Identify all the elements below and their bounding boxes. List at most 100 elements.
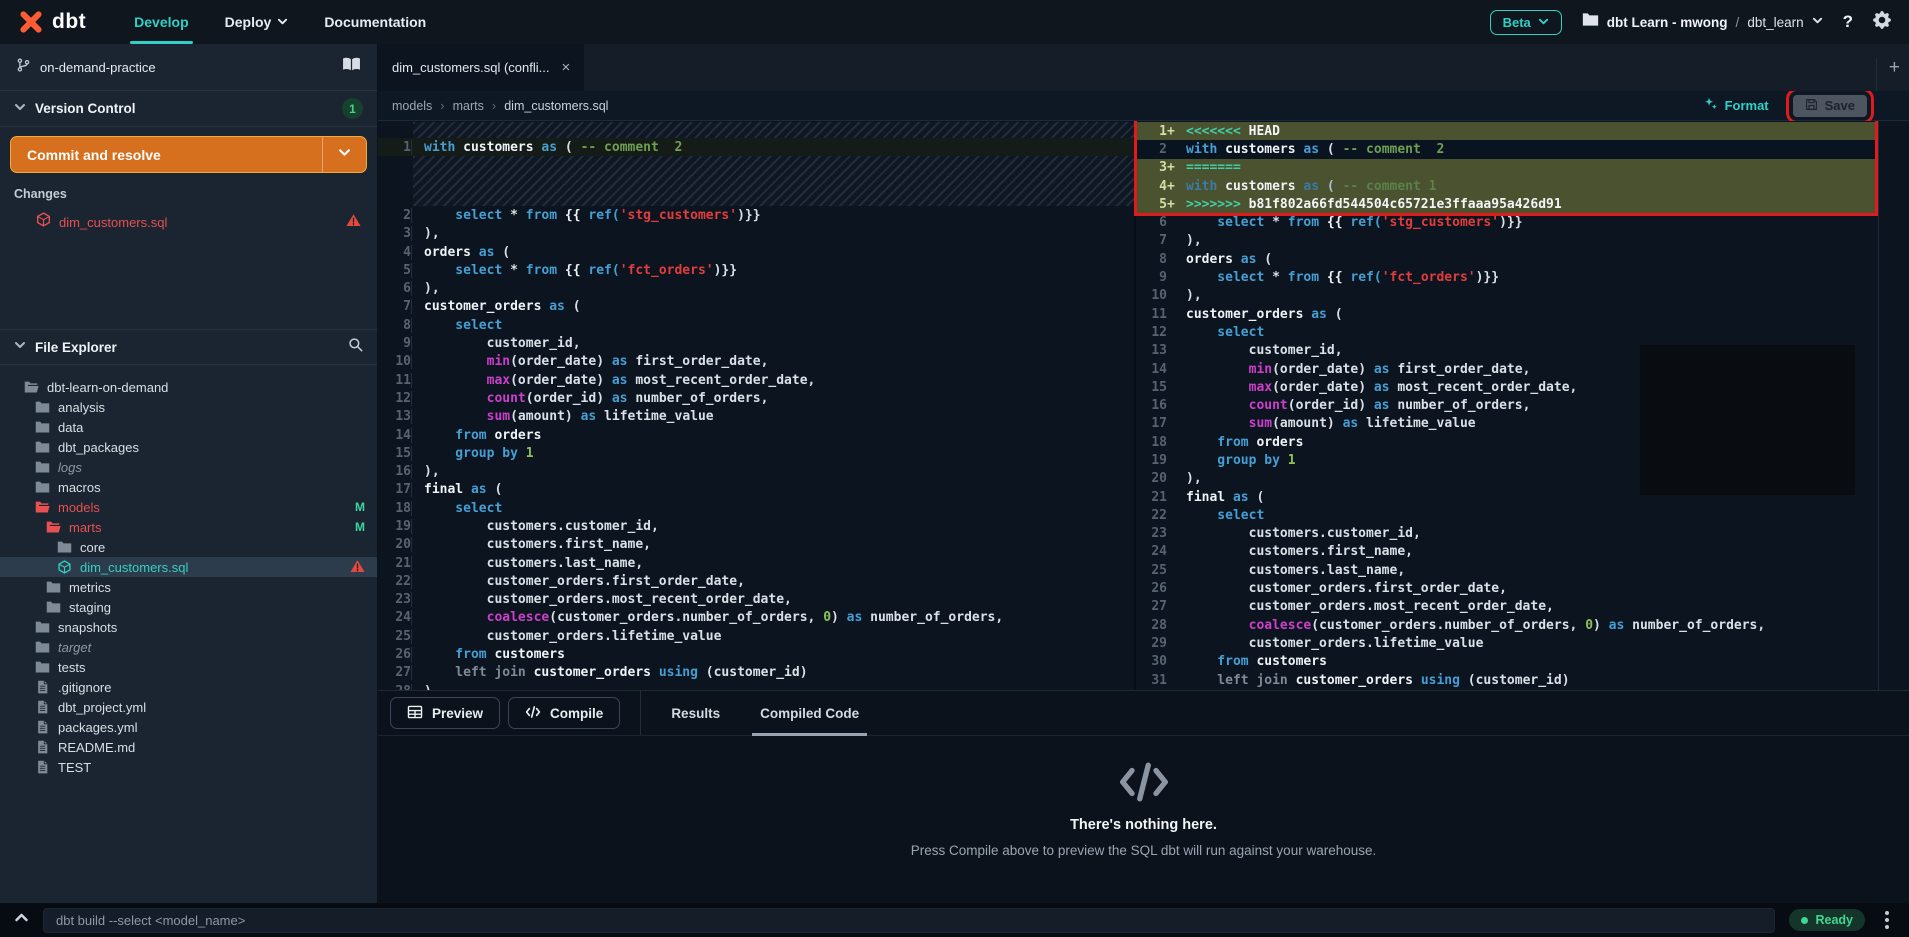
- tree-item-dim_customers.sql[interactable]: dim_customers.sql: [0, 557, 377, 577]
- kebab-menu[interactable]: [1879, 907, 1895, 933]
- nav-deploy[interactable]: Deploy: [211, 0, 303, 44]
- code-line-27[interactable]: 27 customer_orders.most_recent_order_dat…: [1136, 598, 1878, 616]
- code-line-16[interactable]: 16),: [378, 462, 1134, 480]
- tree-item-snapshots[interactable]: snapshots: [0, 617, 377, 637]
- code-line-7[interactable]: 7customer_orders as (: [378, 298, 1134, 316]
- code-line-3[interactable]: 3+=======: [1136, 159, 1878, 177]
- settings-gear-icon[interactable]: [1873, 11, 1891, 34]
- code-line-10[interactable]: 10),: [1136, 287, 1878, 305]
- version-control-header[interactable]: Version Control 1: [0, 91, 377, 126]
- tree-item-.gitignore[interactable]: .gitignore: [0, 677, 377, 697]
- code-line-8[interactable]: 8orders as (: [1136, 250, 1878, 268]
- tree-item-analysis[interactable]: analysis: [0, 397, 377, 417]
- tree-item-dbt_packages[interactable]: dbt_packages: [0, 437, 377, 457]
- tree-item-data[interactable]: data: [0, 417, 377, 437]
- tree-item-logs[interactable]: logs: [0, 457, 377, 477]
- tree-item-staging[interactable]: staging: [0, 597, 377, 617]
- code-line-9[interactable]: 9 customer_id,: [378, 334, 1134, 352]
- code-line-6[interactable]: 6 select * from {{ ref('stg_customers')}…: [1136, 213, 1878, 231]
- code-line-2[interactable]: 2with customers as ( -- comment 2: [1136, 140, 1878, 158]
- nav-develop[interactable]: Develop: [120, 0, 202, 44]
- breadcrumb-models[interactable]: models: [392, 99, 432, 113]
- code-line-12[interactable]: 12 count(order_id) as number_of_orders,: [378, 389, 1134, 407]
- code-line-7[interactable]: 7),: [1136, 232, 1878, 250]
- commit-options-caret[interactable]: [322, 137, 366, 172]
- code-line-22[interactable]: 22 select: [1136, 506, 1878, 524]
- code-line-8[interactable]: 8 select: [378, 316, 1134, 334]
- preview-button[interactable]: Preview: [390, 697, 500, 729]
- code-line-15[interactable]: 15 group by 1: [378, 444, 1134, 462]
- code-line-1[interactable]: 1+<<<<<<< HEAD: [1136, 122, 1878, 140]
- code-line-9[interactable]: 9 select * from {{ ref('fct_orders')}}: [1136, 268, 1878, 286]
- code-line-30[interactable]: 30 from customers: [1136, 653, 1878, 671]
- tree-item-tests[interactable]: tests: [0, 657, 377, 677]
- search-icon[interactable]: [348, 337, 363, 357]
- code-line-18[interactable]: 18 select: [378, 499, 1134, 517]
- dbt-brand[interactable]: dbt: [18, 9, 86, 35]
- scrollbar-gutter[interactable]: [1878, 121, 1909, 690]
- code-line-2[interactable]: 2 select * from {{ ref('stg_customers')}…: [378, 206, 1134, 224]
- code-line-3[interactable]: 3),: [378, 225, 1134, 243]
- code-line-11[interactable]: 11customer_orders as (: [1136, 305, 1878, 323]
- new-tab-button[interactable]: +: [1889, 44, 1900, 91]
- code-line-4[interactable]: 4+with customers as ( -- comment 1: [1136, 177, 1878, 195]
- code-line-14[interactable]: 14 from orders: [378, 426, 1134, 444]
- command-input[interactable]: [43, 908, 1775, 933]
- tree-item-models[interactable]: modelsM: [0, 497, 377, 517]
- collapsed-conflict-region[interactable]: [413, 122, 1134, 138]
- save-button[interactable]: Save: [1793, 95, 1867, 117]
- help-button[interactable]: ?: [1843, 12, 1853, 32]
- code-line-29[interactable]: 29 customer_orders.lifetime_value: [1136, 634, 1878, 652]
- code-line-23[interactable]: 23 customer_orders.most_recent_order_dat…: [378, 591, 1134, 609]
- chevron-up-icon[interactable]: [14, 910, 29, 930]
- code-line-22[interactable]: 22 customer_orders.first_order_date,: [378, 572, 1134, 590]
- breadcrumb-marts[interactable]: marts: [453, 99, 484, 113]
- commit-and-resolve-button[interactable]: Commit and resolve: [10, 136, 367, 173]
- code-line-17[interactable]: 17final as (: [378, 481, 1134, 499]
- collapsed-conflict-region[interactable]: [413, 156, 1134, 206]
- tree-item-core[interactable]: core: [0, 537, 377, 557]
- code-line-19[interactable]: 19 customers.customer_id,: [378, 517, 1134, 535]
- docs-book-icon[interactable]: [342, 57, 361, 77]
- code-line-23[interactable]: 23 customers.customer_id,: [1136, 525, 1878, 543]
- compile-button[interactable]: Compile: [508, 697, 620, 729]
- git-branch-row[interactable]: on-demand-practice: [0, 44, 377, 91]
- tab-results[interactable]: Results: [651, 691, 740, 736]
- nav-documentation[interactable]: Documentation: [310, 0, 440, 44]
- tree-item-README.md[interactable]: README.md: [0, 737, 377, 757]
- format-button[interactable]: Format: [1704, 97, 1769, 114]
- code-line-31[interactable]: 31 left join customer_orders using (cust…: [1136, 671, 1878, 689]
- account-project-selector[interactable]: dbt Learn - mwong / dbt_learn: [1582, 12, 1823, 32]
- code-line-26[interactable]: 26 customer_orders.first_order_date,: [1136, 579, 1878, 597]
- tab-dim-customers[interactable]: dim_customers.sql (confli... ×: [378, 44, 584, 91]
- code-line-32[interactable]: 32): [1136, 689, 1878, 690]
- status-badge[interactable]: Ready: [1789, 909, 1865, 931]
- changed-file-item[interactable]: dim_customers.sql: [0, 211, 377, 233]
- close-icon[interactable]: ×: [562, 59, 571, 76]
- code-line-1[interactable]: 1with customers as ( -- comment 2: [378, 138, 1134, 156]
- code-line-11[interactable]: 11 max(order_date) as most_recent_order_…: [378, 371, 1134, 389]
- tree-item-packages.yml[interactable]: packages.yml: [0, 717, 377, 737]
- code-line-25[interactable]: 25 customers.last_name,: [1136, 561, 1878, 579]
- code-line-21[interactable]: 21 customers.last_name,: [378, 554, 1134, 572]
- breadcrumb-file[interactable]: dim_customers.sql: [504, 99, 608, 113]
- code-line-27[interactable]: 27 left join customer_orders using (cust…: [378, 664, 1134, 682]
- code-line-20[interactable]: 20 customers.first_name,: [378, 536, 1134, 554]
- code-line-6[interactable]: 6),: [378, 279, 1134, 297]
- code-line-12[interactable]: 12 select: [1136, 323, 1878, 341]
- code-line-26[interactable]: 26 from customers: [378, 645, 1134, 663]
- code-line-5[interactable]: 5 select * from {{ ref('fct_orders')}}: [378, 261, 1134, 279]
- tree-item-target[interactable]: target: [0, 637, 377, 657]
- code-line-24[interactable]: 24 customers.first_name,: [1136, 543, 1878, 561]
- tree-item-dbt-learn-on-demand[interactable]: dbt-learn-on-demand: [0, 377, 377, 397]
- tree-item-macros[interactable]: macros: [0, 477, 377, 497]
- tree-item-metrics[interactable]: metrics: [0, 577, 377, 597]
- code-line-10[interactable]: 10 min(order_date) as first_order_date,: [378, 353, 1134, 371]
- editor-pane-working[interactable]: 1with customers as ( -- comment 2 2 selec…: [378, 121, 1136, 690]
- tab-compiled-code[interactable]: Compiled Code: [740, 691, 879, 736]
- file-explorer-header[interactable]: File Explorer: [0, 329, 377, 365]
- code-line-25[interactable]: 25 customer_orders.lifetime_value: [378, 627, 1134, 645]
- code-line-4[interactable]: 4orders as (: [378, 243, 1134, 261]
- code-line-5[interactable]: 5+>>>>>>> b81f802a66fd544504c65721e3ffaa…: [1136, 195, 1878, 213]
- tree-item-TEST[interactable]: TEST: [0, 757, 377, 777]
